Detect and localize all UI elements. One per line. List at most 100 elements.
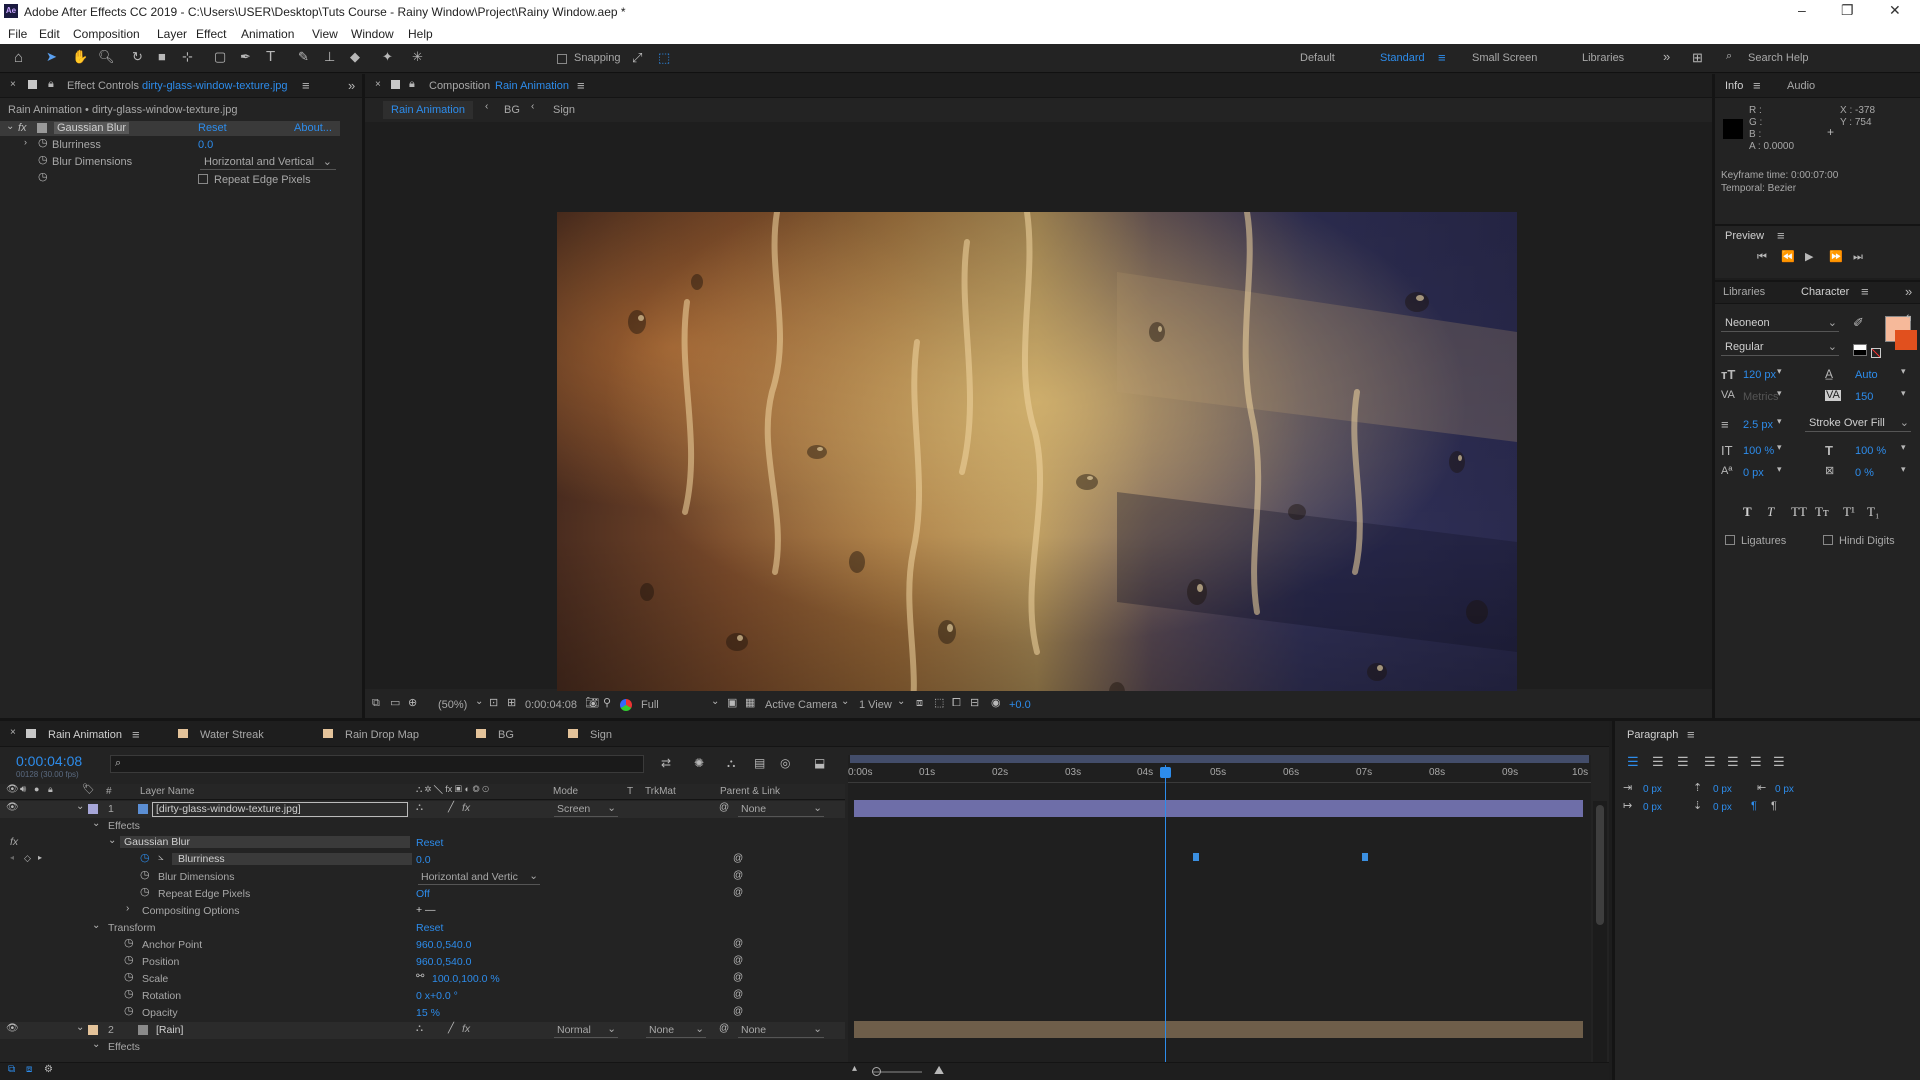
blur-dimensions-dropdown[interactable]: Horizontal and Vertical ⌄ xyxy=(200,154,336,170)
toggle-pixel-aspect-icon[interactable]: ⧈ xyxy=(916,698,923,709)
next-frame-icon[interactable]: ⏩ xyxy=(1829,252,1843,263)
transform-row[interactable]: ⌄ Transform Reset xyxy=(0,920,845,937)
workspace-standard[interactable]: Standard xyxy=(1380,52,1425,64)
workspace-overflow-icon[interactable]: » xyxy=(1663,50,1670,63)
compositing-options-row[interactable]: › Compositing Options + — xyxy=(0,903,845,920)
timeline-tab-rain-drop-map[interactable]: Rain Drop Map xyxy=(345,729,419,741)
ltr-direction-icon[interactable]: ¶ xyxy=(1751,801,1757,812)
chevron-down-icon[interactable]: ▾ xyxy=(1901,367,1906,376)
justify-right-icon[interactable]: ☰ xyxy=(1750,755,1762,768)
swap-colors-icon[interactable]: ↰ xyxy=(1905,314,1913,323)
brush-tool-icon[interactable]: ✎ xyxy=(298,50,309,63)
composition-tab-name[interactable]: Rain Animation xyxy=(495,80,569,92)
menu-effect[interactable]: Effect xyxy=(196,27,226,41)
fx-badge[interactable]: fx xyxy=(18,122,27,134)
comp-mini-flowchart-icon[interactable]: ⇄ xyxy=(661,757,671,769)
panel-lock-icon[interactable]: 🔒︎ xyxy=(48,79,54,90)
fx-switch[interactable]: fx xyxy=(462,802,470,814)
justify-all-icon[interactable]: ☰ xyxy=(1773,755,1785,768)
menu-layer[interactable]: Layer xyxy=(157,27,187,41)
close-panel-icon[interactable]: × xyxy=(375,80,381,90)
work-area-bar[interactable] xyxy=(850,755,1589,763)
small-caps-button[interactable]: Tт xyxy=(1815,504,1829,520)
gaussian-blur-label[interactable]: Gaussian Blur xyxy=(120,836,410,848)
pen-tool-icon[interactable]: ✒ xyxy=(240,50,251,63)
eye-icon[interactable]: 👁︎ xyxy=(6,1024,19,1034)
rtl-direction-icon[interactable]: ¶ xyxy=(1771,801,1777,812)
minimize-button[interactable]: – xyxy=(1798,2,1806,18)
pan-behind-tool-icon[interactable]: ⊹ xyxy=(182,50,193,63)
expression-pickwhip-icon[interactable]: @ xyxy=(733,854,743,864)
tab-info[interactable]: Info xyxy=(1725,80,1743,92)
fx-switch[interactable]: fx xyxy=(462,1023,470,1035)
close-panel-icon[interactable]: × xyxy=(10,80,16,90)
tracking-value[interactable]: 150 xyxy=(1855,391,1873,403)
home-icon[interactable]: ⌂ xyxy=(14,50,23,65)
layer-row[interactable]: 👁︎ ⌄ 2 [Rain] ⛬ ╱ fx Normal ⌄ None ⌄ @ N… xyxy=(0,1022,845,1039)
graph-editor-icon[interactable]: ⬓ xyxy=(814,757,825,769)
align-center-icon[interactable]: ☰ xyxy=(1652,755,1664,768)
opacity-row[interactable]: ◷ Opacity 15 % @ xyxy=(0,1005,845,1022)
blurriness-value[interactable]: 0.0 xyxy=(416,854,431,866)
search-help-input[interactable]: Search Help xyxy=(1748,52,1809,64)
expand-arrow-icon[interactable]: › xyxy=(126,904,129,914)
camera-tool-icon[interactable]: ■ xyxy=(158,50,166,63)
collapse-arrow-icon[interactable]: ⌄ xyxy=(76,1023,84,1033)
type-tool-icon[interactable]: T xyxy=(266,49,275,64)
no-color-icon[interactable] xyxy=(1871,348,1881,358)
roto-brush-tool-icon[interactable]: ✦ xyxy=(382,50,393,63)
pickwhip-icon[interactable]: @ xyxy=(719,803,729,813)
eraser-tool-icon[interactable]: ◆ xyxy=(350,50,360,63)
space-after-value[interactable]: 0 px xyxy=(1713,802,1732,813)
collapse-arrow-icon[interactable]: ⌄ xyxy=(76,802,84,812)
view-layout-dropdown[interactable]: 1 View xyxy=(859,699,892,711)
composition-viewer[interactable] xyxy=(365,122,1712,752)
stroke-mode-dropdown[interactable]: Stroke Over Fill ⌄ xyxy=(1805,416,1911,432)
layer-duration-bar[interactable] xyxy=(854,800,1583,817)
snapshot-icon[interactable]: 📷︎ xyxy=(585,698,599,709)
reset-exposure-icon[interactable]: ◉ xyxy=(991,698,1001,709)
timeline-tab-rain-animation[interactable]: Rain Animation xyxy=(48,729,122,741)
expression-pickwhip-icon[interactable]: @ xyxy=(733,1007,743,1017)
opacity-value[interactable]: 15 % xyxy=(416,1007,440,1019)
effect-reset-link[interactable]: Reset xyxy=(198,122,227,134)
time-graph[interactable]: 0:00s 01s 02s 03s 04s 05s 06s 07s 08s 09… xyxy=(848,755,1591,1080)
rotate-tool-icon[interactable]: ↻ xyxy=(132,50,143,63)
font-size-value[interactable]: 120 px xyxy=(1743,369,1776,381)
stroke-width-value[interactable]: 2.5 px xyxy=(1743,419,1773,431)
workspace-small-screen[interactable]: Small Screen xyxy=(1472,52,1537,64)
playhead-handle[interactable] xyxy=(1160,767,1171,778)
column-mode[interactable]: Mode xyxy=(553,786,578,797)
effect-controls-tab-file[interactable]: dirty-glass-window-texture.jpg xyxy=(142,80,288,92)
transparency-grid-icon[interactable]: ▦ xyxy=(745,698,755,709)
expression-pickwhip-icon[interactable]: @ xyxy=(733,973,743,983)
label-icon[interactable]: 🏷︎ xyxy=(82,785,95,795)
zoom-slider-thumb[interactable] xyxy=(872,1067,881,1076)
collapse-arrow-icon[interactable]: ⌄ xyxy=(92,921,100,931)
current-time-indicator[interactable] xyxy=(1165,765,1166,1080)
layer-duration-bar[interactable] xyxy=(854,1021,1583,1038)
anchor-point-value[interactable]: 960.0,540.0 xyxy=(416,939,471,951)
shy-switch-icon[interactable]: ⛬ xyxy=(416,803,423,813)
chevron-down-icon[interactable]: ⌄ xyxy=(897,697,905,707)
effect-controls-tab-label[interactable]: Effect Controls xyxy=(67,80,139,92)
column-layer-name[interactable]: Layer Name xyxy=(140,786,194,797)
next-keyframe-icon[interactable]: ▸ xyxy=(38,854,42,862)
parent-dropdown[interactable]: None ⌄ xyxy=(738,1022,824,1038)
shy-switch-icon[interactable]: ⛬ xyxy=(416,1024,423,1034)
keyframe-marker[interactable] xyxy=(1362,853,1368,861)
blur-dimensions-dropdown[interactable]: Horizontal and Vertic ⌄ xyxy=(418,869,540,885)
stopwatch-icon[interactable]: ◷ xyxy=(140,887,150,898)
fx-switch[interactable]: fx xyxy=(10,836,18,848)
blend-mode-dropdown[interactable]: Normal ⌄ xyxy=(554,1022,618,1038)
timeline-tab-bg[interactable]: BG xyxy=(498,729,514,741)
layer-row[interactable]: 👁︎ ⌄ 1 [dirty-glass-window-texture.jpg] … xyxy=(0,801,845,818)
faux-italic-button[interactable]: T xyxy=(1767,504,1774,520)
menu-view[interactable]: View xyxy=(312,27,338,41)
gaussian-reset-link[interactable]: Reset xyxy=(416,837,443,849)
collapse-arrow-icon[interactable]: ⌄ xyxy=(92,1040,100,1050)
menu-edit[interactable]: Edit xyxy=(39,27,60,41)
expression-pickwhip-icon[interactable]: @ xyxy=(733,939,743,949)
zoom-level-value[interactable]: (50%) xyxy=(438,699,467,711)
close-button[interactable]: ✕ xyxy=(1889,2,1901,19)
